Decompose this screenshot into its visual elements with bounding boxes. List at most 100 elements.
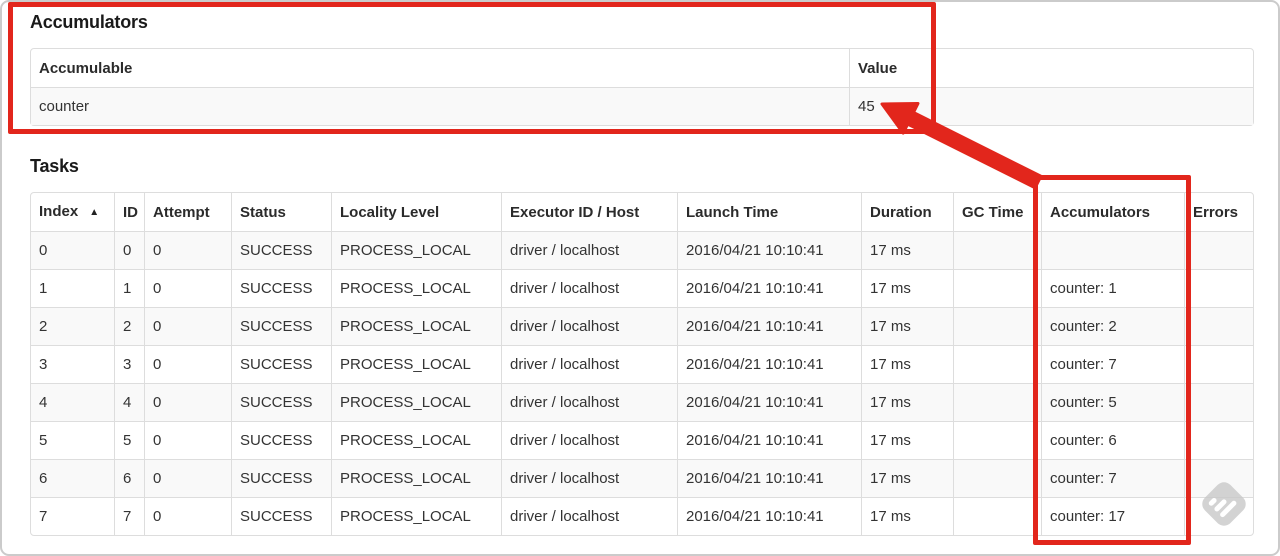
accumulators-table-body: counter 45 [31, 87, 1253, 125]
table-cell [953, 497, 1041, 535]
tasks-table-body: 0 0 0 SUCCESS PROCESS_LOCAL driver / localhos… [31, 231, 1253, 535]
table-cell: driver / localhost [501, 269, 677, 307]
table-cell: counter: 5 [1041, 383, 1184, 421]
table-cell: driver / localhost [501, 307, 677, 345]
table-cell: 2016/04/21 10:10:41 [677, 307, 861, 345]
table-cell: counter: 6 [1041, 421, 1184, 459]
table-cell: driver / localhost [501, 421, 677, 459]
table-cell: SUCCESS [231, 421, 331, 459]
table-cell [1184, 497, 1253, 535]
table-cell: SUCCESS [231, 231, 331, 269]
executor-id-host-column-header[interactable]: Executor ID / Host [501, 193, 677, 231]
table-cell: 2016/04/21 10:10:41 [677, 269, 861, 307]
table-cell: 0 [144, 497, 231, 535]
tasks-header-row: Index ▲ ID Attempt Status Locality Level … [31, 193, 1253, 231]
table-cell: 45 [849, 87, 1253, 125]
table-cell: 0 [114, 231, 144, 269]
table-cell [953, 459, 1041, 497]
table-cell: 17 ms [861, 383, 953, 421]
table-cell [1041, 231, 1184, 269]
table-row: 1 1 0 SUCCESS PROCESS_LOCAL driver / localhos… [31, 269, 1253, 307]
page-content: Accumulators Accumulable Value counter 45… [0, 0, 1280, 536]
table-cell: 17 ms [861, 307, 953, 345]
table-cell: 4 [31, 383, 114, 421]
table-cell: 3 [114, 345, 144, 383]
table-cell: PROCESS_LOCAL [331, 231, 501, 269]
accumulators-section: Accumulators Accumulable Value counter 45 [30, 10, 1254, 126]
table-cell: 1 [31, 269, 114, 307]
index-column-header[interactable]: Index ▲ [31, 193, 114, 231]
table-cell: 5 [114, 421, 144, 459]
table-cell: counter [31, 87, 849, 125]
table-cell: 4 [114, 383, 144, 421]
table-cell: SUCCESS [231, 383, 331, 421]
table-cell: SUCCESS [231, 345, 331, 383]
table-cell: PROCESS_LOCAL [331, 307, 501, 345]
table-cell: 0 [144, 421, 231, 459]
table-cell: PROCESS_LOCAL [331, 497, 501, 535]
table-cell: 2016/04/21 10:10:41 [677, 421, 861, 459]
table-cell: 2 [114, 307, 144, 345]
table-cell [953, 345, 1041, 383]
sort-ascending-icon: ▲ [89, 207, 100, 218]
table-cell: driver / localhost [501, 345, 677, 383]
table-cell: 0 [144, 459, 231, 497]
table-cell: 0 [144, 231, 231, 269]
tasks-table: Index ▲ ID Attempt Status Locality Level … [30, 192, 1254, 536]
table-cell [953, 383, 1041, 421]
tasks-section: Tasks Index ▲ ID Attempt Status Locality … [30, 154, 1254, 536]
table-cell: 0 [31, 231, 114, 269]
table-cell: PROCESS_LOCAL [331, 459, 501, 497]
launch-time-column-header[interactable]: Launch Time [677, 193, 861, 231]
table-cell: counter: 7 [1041, 459, 1184, 497]
table-cell: 7 [31, 497, 114, 535]
table-cell [1184, 421, 1253, 459]
table-cell: 2016/04/21 10:10:41 [677, 345, 861, 383]
table-cell: counter: 7 [1041, 345, 1184, 383]
status-column-header[interactable]: Status [231, 193, 331, 231]
accumulators-section-title: Accumulators [30, 12, 148, 32]
table-cell: 0 [144, 307, 231, 345]
table-cell: PROCESS_LOCAL [331, 383, 501, 421]
duration-column-header[interactable]: Duration [861, 193, 953, 231]
table-row: 4 4 0 SUCCESS PROCESS_LOCAL driver / localhos… [31, 383, 1253, 421]
spark-stage-page: Accumulators Accumulable Value counter 45… [0, 0, 1280, 556]
table-cell: counter: 2 [1041, 307, 1184, 345]
table-cell: PROCESS_LOCAL [331, 345, 501, 383]
table-cell: 2016/04/21 10:10:41 [677, 383, 861, 421]
table-row: counter 45 [31, 87, 1253, 125]
table-cell: PROCESS_LOCAL [331, 421, 501, 459]
table-cell: PROCESS_LOCAL [331, 269, 501, 307]
table-cell: 17 ms [861, 497, 953, 535]
table-cell: driver / localhost [501, 459, 677, 497]
accumulators-table: Accumulable Value counter 45 [30, 48, 1254, 126]
table-cell: 6 [31, 459, 114, 497]
table-cell [1184, 459, 1253, 497]
table-cell [1184, 383, 1253, 421]
table-cell: SUCCESS [231, 459, 331, 497]
table-cell: 0 [144, 345, 231, 383]
table-row: 3 3 0 SUCCESS PROCESS_LOCAL driver / localhos… [31, 345, 1253, 383]
accumulable-column-header[interactable]: Accumulable [31, 49, 849, 87]
value-column-header[interactable]: Value [849, 49, 1253, 87]
locality-level-column-header[interactable]: Locality Level [331, 193, 501, 231]
table-cell: 5 [31, 421, 114, 459]
accumulators-header-row: Accumulable Value [31, 49, 1253, 87]
table-cell: 1 [114, 269, 144, 307]
table-cell: 7 [114, 497, 144, 535]
table-cell: 2 [31, 307, 114, 345]
table-cell: 17 ms [861, 421, 953, 459]
gc-time-column-header[interactable]: GC Time [953, 193, 1041, 231]
id-column-header[interactable]: ID [114, 193, 144, 231]
table-cell [1184, 345, 1253, 383]
table-row: 5 5 0 SUCCESS PROCESS_LOCAL driver / localhos… [31, 421, 1253, 459]
table-cell [1184, 307, 1253, 345]
index-column-label: Index [39, 203, 79, 220]
attempt-column-header[interactable]: Attempt [144, 193, 231, 231]
table-cell: 17 ms [861, 459, 953, 497]
accumulators-column-header[interactable]: Accumulators [1041, 193, 1184, 231]
table-cell [1184, 269, 1253, 307]
table-cell: driver / localhost [501, 383, 677, 421]
table-cell [953, 421, 1041, 459]
errors-column-header[interactable]: Errors [1184, 193, 1253, 231]
